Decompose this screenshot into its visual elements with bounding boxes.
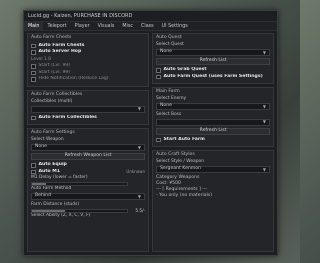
hide-notification-toggle[interactable]: Hide Notification (Reduce Lag) [31,76,145,83]
select-style-label: Select Style / Weapon [156,159,204,165]
tab-main[interactable]: Main [24,22,44,30]
checkbox[interactable] [31,64,36,69]
farm-method-select[interactable]: Behind ▼ [31,193,145,201]
chevron-down-icon: ▼ [262,119,266,125]
tab-misc[interactable]: Misc [118,22,137,30]
chevron-down-icon: ▼ [262,103,266,109]
auto-farm-quest-toggle[interactable]: Auto Farm Quest (uses Farm Settings) [156,74,270,81]
section-title: Auto Craft Styles [156,152,195,158]
toggle-label: Auto Farm Quest (uses Farm Settings) [163,73,263,79]
start-auto-farm-toggle[interactable]: Start Auto Farm [156,137,270,144]
toggle-label: Auto M1 [38,168,61,174]
select-quest-label: Select Quest [156,42,184,48]
tab-teleport[interactable]: Teleport [43,22,70,30]
refresh-weapon-button[interactable]: Refresh Weapon List [31,153,145,161]
select-boss-label: Select Boss [156,111,182,117]
window-title: Lucid.gg - Kaizen, PURCHASE IN DISCORD [28,13,133,19]
tab-bar: Main Teleport Player Visuals Misc Class … [24,21,277,31]
requirements-value: - You only (no materials) [156,192,213,198]
toggle-label: Start (Lvl. 99) [38,63,71,69]
section-title: Auto Farm Settings [31,130,75,136]
select-value: Behind [35,193,51,199]
auto-server-hop-toggle[interactable]: Auto Server Hop [31,49,145,56]
right-column: Auto Quest Select Quest None ▼ Refresh L… [152,33,274,252]
toggle-label: Auto Farm Chests [38,42,85,48]
toggle-label: Hide Notification (Reduce Lag) [38,76,109,82]
auto-quest-section: Auto Quest Select Quest None ▼ Refresh L… [152,33,274,85]
refresh-list-button[interactable]: Refresh List [156,127,270,135]
toggle-label: Start Auto Farm [163,136,205,142]
toggle-label: Auto Equip [38,162,67,168]
left-column: Auto Farm Chests Auto Farm Chests Auto S… [27,33,149,252]
quest-select[interactable]: None ▼ [156,49,270,57]
auto-m1-extra: Unknown [126,169,145,175]
chevron-down-icon: ▼ [137,144,141,150]
checkbox[interactable] [31,77,36,82]
tab-visuals[interactable]: Visuals [94,22,119,30]
checkbox[interactable] [31,115,36,121]
select-enemy-label: Select Enemy [156,96,187,102]
select-value: None [160,49,172,55]
section-title: Main Farm [156,89,180,95]
toggle-label: Auto Grab Quest [163,67,207,73]
auto-craft-section: Auto Craft Styles Select Style / Weapon … [152,150,274,252]
refresh-quest-button[interactable]: Refresh List [156,58,270,66]
select-weapon-label: Select Weapon [31,137,64,143]
tab-class[interactable]: Class [137,22,158,30]
collectibles-label: Collectibles (multi) [31,98,73,104]
toggle-label: Start (Lvl. 99) [38,69,71,75]
select-value: Sergeant Kenmon [160,166,201,172]
chevron-down-icon: ▼ [262,166,266,172]
auto-farm-chests-section: Auto Farm Chests Auto Farm Chests Auto S… [27,33,149,87]
checkbox[interactable] [156,74,161,80]
checkbox[interactable] [31,50,36,55]
boss-select[interactable]: ▼ [156,118,270,126]
weapon-select[interactable]: None ▼ [31,144,145,152]
auto-farm-settings-section: Auto Farm Settings Select Weapon None ▼ … [27,128,149,252]
toggle-label: Auto Server Hop [38,49,82,55]
checkbox[interactable] [31,43,36,49]
checkbox[interactable] [156,68,161,73]
main-window: Lucid.gg - Kaizen, PURCHASE IN DISCORD M… [23,10,278,256]
tab-player[interactable]: Player [71,22,94,30]
slider-track[interactable] [31,208,128,213]
chevron-down-icon: ▼ [262,49,266,55]
toggle-label: Auto Farm Collectibles [38,114,97,120]
checkbox[interactable] [31,70,36,76]
section-title: Auto Quest [156,35,182,40]
collectibles-select[interactable]: ▼ [31,105,145,113]
chevron-down-icon: ▼ [137,193,141,199]
checkbox[interactable] [31,169,36,175]
tab-ui-settings[interactable]: UI Settings [158,22,192,30]
auto-farm-collectibles-section: Auto Farm Collectibles Collectibles (mul… [27,89,149,126]
auto-farm-collectibles-toggle[interactable]: Auto Farm Collectibles [31,115,145,122]
style-select[interactable]: Sergeant Kenmon ▼ [156,166,270,174]
select-ability-label: Select Ability (Z, X, C, V, F) [31,213,91,219]
select-value: None [35,144,47,150]
enemy-select[interactable]: None ▼ [156,103,270,111]
slider-value: 5.5/- [135,207,145,213]
slider-track[interactable] [31,181,128,186]
section-title: Auto Farm Collectibles [31,91,83,97]
farm-method-label: Auto Farm Method [31,186,72,192]
checkbox[interactable] [31,163,36,168]
select-value: None [160,103,172,109]
checkbox[interactable] [156,137,161,143]
main-farm-section: Main Farm Select Enemy None ▼ Select Bos… [152,87,274,148]
chevron-down-icon: ▼ [137,106,141,112]
section-title: Auto Farm Chests [31,35,72,40]
